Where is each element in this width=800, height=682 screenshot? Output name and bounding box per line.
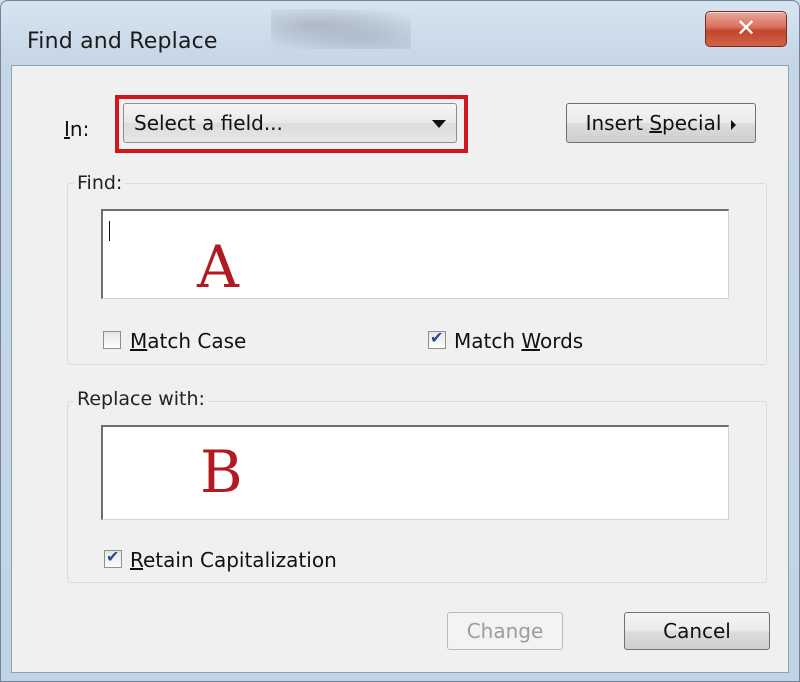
- match-words-label[interactable]: Match Words: [454, 329, 583, 353]
- blurred-background: [271, 9, 411, 49]
- find-input[interactable]: [101, 209, 729, 299]
- match-case-label[interactable]: Match Case: [130, 329, 246, 353]
- insert-special-button[interactable]: Insert Special: [566, 103, 756, 143]
- change-button[interactable]: Change: [447, 612, 563, 650]
- field-select-value: Select a field...: [134, 111, 283, 135]
- match-words-checkbox[interactable]: [428, 328, 446, 349]
- match-case-checkbox[interactable]: [103, 331, 121, 349]
- chevron-down-icon: [432, 120, 446, 128]
- find-label: Find:: [74, 172, 126, 194]
- submenu-arrow-icon: [731, 119, 737, 130]
- retain-capitalization-checkbox[interactable]: [104, 547, 122, 568]
- retain-capitalization-label[interactable]: Retain Capitalization: [130, 548, 337, 572]
- window-title: Find and Replace: [27, 29, 218, 54]
- replace-label: Replace with:: [74, 388, 208, 410]
- dialog-body: In: Select a field... Insert Special Fin…: [11, 65, 789, 673]
- field-selector-label: In:: [64, 117, 90, 141]
- dialog-window: Find and Replace ✕ In: Select a field...…: [0, 0, 800, 682]
- replace-input[interactable]: [101, 425, 729, 520]
- field-select[interactable]: Select a field...: [123, 103, 457, 143]
- replace-annotation: B: [200, 438, 243, 506]
- cancel-button[interactable]: Cancel: [624, 612, 770, 650]
- close-icon: ✕: [735, 14, 757, 42]
- find-annotation: A: [197, 233, 239, 301]
- close-button[interactable]: ✕: [705, 11, 787, 47]
- text-caret: [109, 221, 110, 241]
